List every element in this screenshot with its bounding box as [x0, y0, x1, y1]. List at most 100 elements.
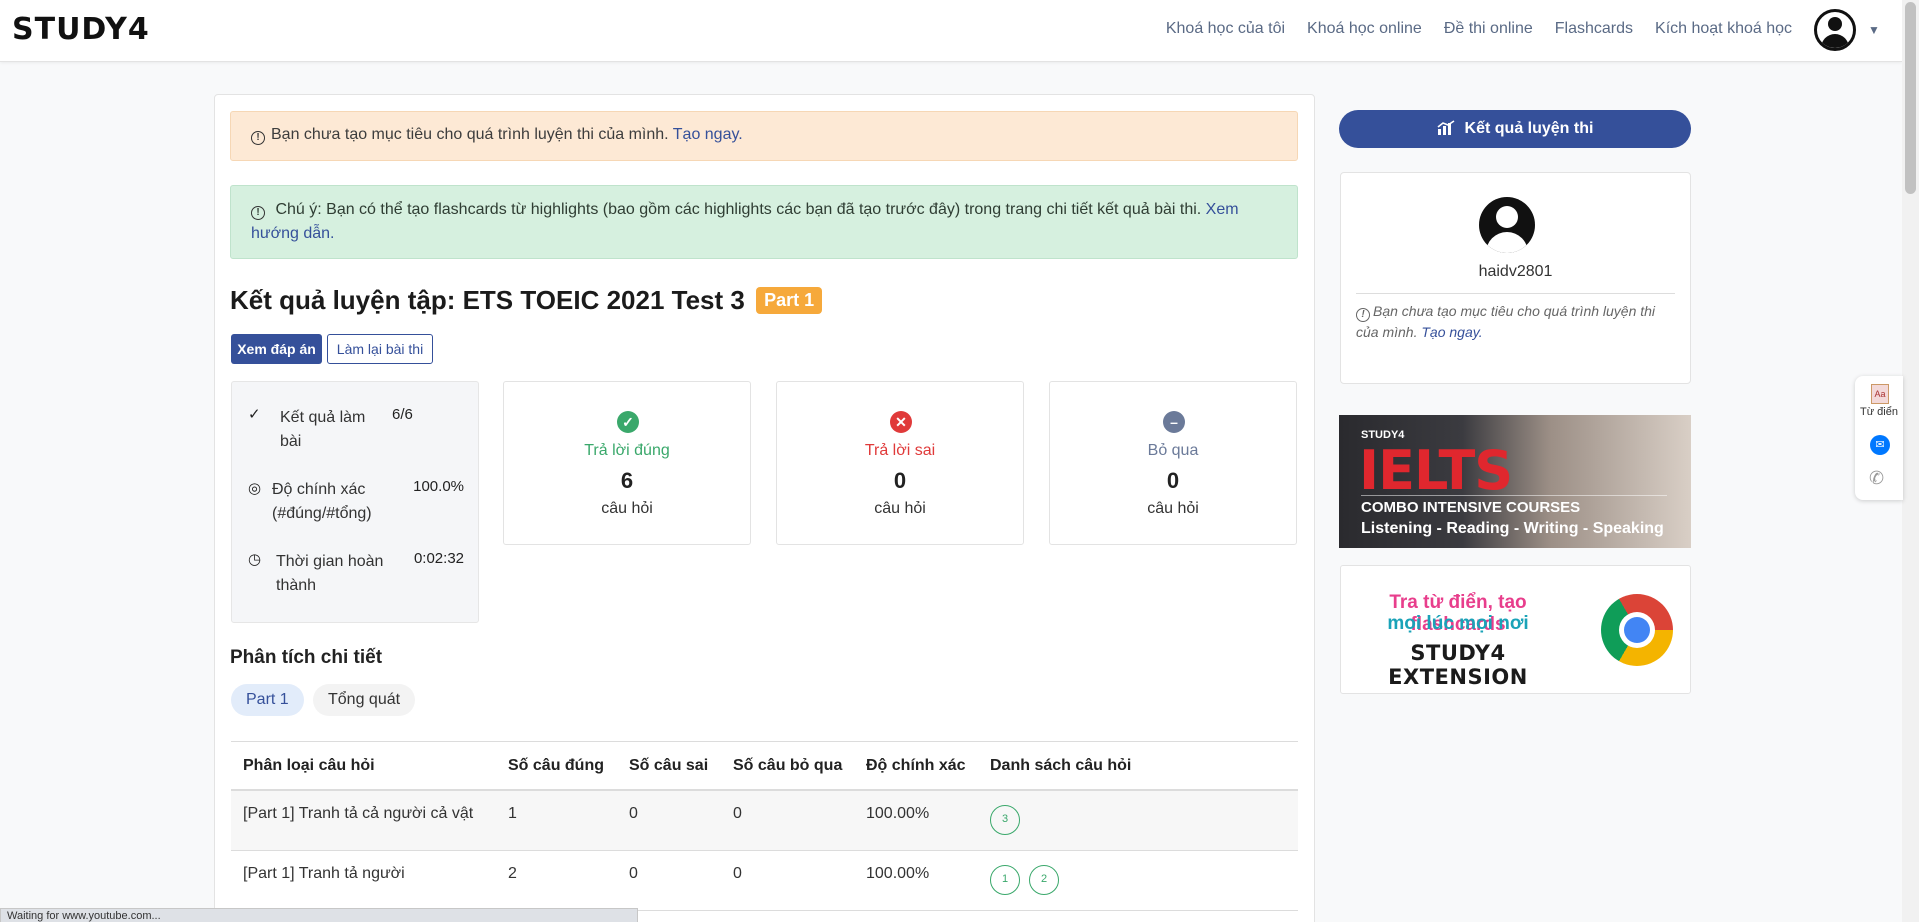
row-correct: 2 — [508, 865, 517, 882]
col-wrong: Số câu sai — [629, 757, 709, 774]
nav-online-tests[interactable]: Đề thi online — [1444, 20, 1533, 38]
banner-headline: IELTS — [1359, 439, 1513, 502]
col-accuracy: Độ chính xác — [866, 757, 966, 774]
check-icon: ✓ — [248, 406, 261, 423]
extension-banner[interactable]: Tra từ điển, tạo flashcards mọi lúc mọi … — [1340, 565, 1691, 694]
question-number-button[interactable]: 1 — [990, 865, 1020, 895]
user-avatar[interactable] — [1814, 9, 1856, 51]
row-accuracy: 100.00% — [866, 865, 930, 882]
table-row: [Part 1] Tranh tả cả người cả vật 1 0 0 … — [231, 791, 1298, 851]
info-icon: ! — [251, 206, 265, 220]
stat-label: Bỏ qua — [1147, 442, 1199, 459]
accuracy-label: Độ chính xác (#đúng/#tổng) — [272, 481, 372, 522]
row-wrong: 0 — [629, 865, 638, 882]
info-icon: ! — [251, 131, 265, 145]
username: haidv2801 — [1478, 263, 1553, 280]
row-accuracy: 100.00% — [866, 805, 930, 822]
stat-label: Trả lời sai — [864, 442, 936, 459]
clock-icon: ◷ — [248, 551, 262, 568]
stat-label: Trả lời đúng — [584, 442, 670, 459]
check-circle-icon: ✓ — [617, 411, 639, 433]
result-summary: ✓ Kết quả làm bài 6/6 ◎ Độ chính xác (#đ… — [231, 381, 479, 623]
part-badge: Part 1 — [756, 287, 823, 314]
divider — [1356, 293, 1675, 294]
row-skipped: 0 — [733, 805, 742, 822]
result-label: Kết quả làm bài — [280, 409, 366, 450]
scrollbar-thumb[interactable] — [1905, 2, 1916, 194]
extension-line-3: STUDY4 EXTENSION — [1388, 641, 1528, 689]
profile-create-goal-link[interactable]: Tạo ngay. — [1421, 324, 1482, 340]
tab-overview[interactable]: Tổng quát — [313, 684, 416, 716]
page-title-text: Kết quả luyện tập: ETS TOEIC 2021 Test 3 — [230, 285, 745, 315]
stat-unit: câu hỏi — [874, 500, 926, 517]
profile-card: haidv2801 ! Bạn chưa tạo mục tiêu cho quá… — [1340, 172, 1691, 384]
ielts-course-banner[interactable]: STUDY4 IELTS COMBO INTENSIVE COURSES Lis… — [1339, 415, 1691, 548]
table-row: [Part 1] Tranh tả người 2 0 0 100.00% 1 … — [231, 851, 1298, 911]
info-icon: ! — [1356, 308, 1370, 322]
result-value: 6/6 — [392, 406, 413, 423]
profile-goal-note: ! Bạn chưa tạo mục tiêu cho quá trình luy… — [1356, 301, 1675, 343]
stat-value: 6 — [620, 468, 634, 493]
stat-wrong: ✕ Trả lời sai 0 câu hỏi — [776, 381, 1024, 545]
row-correct: 1 — [508, 805, 517, 822]
nav-activate-course[interactable]: Kích hoạt khoá học — [1655, 20, 1792, 38]
site-logo[interactable]: STUDY4 — [12, 12, 150, 47]
nav-online-courses[interactable]: Khoá học online — [1307, 20, 1422, 38]
avatar — [1479, 197, 1535, 253]
row-category: [Part 1] Tranh tả người — [243, 865, 405, 882]
test-results-button[interactable]: Kết quả luyện thi — [1339, 110, 1691, 148]
banner-line-1: COMBO INTENSIVE COURSES — [1361, 499, 1581, 516]
extension-line-2: mọi lúc mọi nơi — [1387, 613, 1529, 634]
flashcard-note-text: Chú ý: Bạn có thể tạo flashcards từ high… — [275, 201, 1202, 218]
analysis-table: Phân loại câu hỏi Số câu đúng Số câu sai… — [231, 741, 1298, 911]
col-questions: Danh sách câu hỏi — [990, 757, 1132, 774]
banner-line-2: Listening - Reading - Writing - Speaking — [1361, 520, 1664, 537]
stat-value: 0 — [893, 468, 907, 493]
row-skipped: 0 — [733, 865, 742, 882]
question-number-button[interactable]: 3 — [990, 805, 1020, 835]
stat-unit: câu hỏi — [601, 500, 653, 517]
dictionary-icon[interactable]: Aa — [1871, 384, 1889, 404]
chart-icon — [1437, 120, 1454, 135]
analysis-heading: Phân tích chi tiết — [230, 647, 383, 668]
main-nav: Khoá học của tôi Khoá học online Đề thi … — [1166, 20, 1792, 38]
flashcard-note-alert: ! Chú ý: Bạn có thể tạo flashcards từ hi… — [230, 185, 1298, 259]
minus-circle-icon: – — [1163, 411, 1185, 433]
page-title: Kết quả luyện tập: ETS TOEIC 2021 Test 3… — [230, 285, 823, 316]
goal-alert: ! Bạn chưa tạo mục tiêu cho quá trình luy… — [230, 111, 1298, 161]
divider — [1361, 495, 1667, 496]
table-header: Phân loại câu hỏi Số câu đúng Số câu sai… — [231, 741, 1298, 791]
accuracy-value: 100.0% — [413, 478, 464, 495]
floating-widget: Aa Từ điển ✉ ✆ — [1855, 376, 1903, 500]
col-correct: Số câu đúng — [508, 757, 604, 774]
test-results-label: Kết quả luyện thi — [1464, 120, 1594, 137]
time-value: 0:02:32 — [413, 550, 464, 567]
row-wrong: 0 — [629, 805, 638, 822]
col-skipped: Số câu bỏ qua — [733, 757, 843, 774]
chrome-icon — [1601, 594, 1673, 666]
messenger-icon[interactable]: ✉ — [1870, 435, 1890, 455]
time-label: Thời gian hoàn thành — [276, 553, 384, 594]
target-icon: ◎ — [248, 480, 262, 497]
stat-value: 0 — [1166, 468, 1180, 493]
goal-alert-text: Bạn chưa tạo mục tiêu cho quá trình luyệ… — [271, 126, 669, 143]
view-answers-button[interactable]: Xem đáp án — [231, 334, 322, 364]
x-circle-icon: ✕ — [890, 411, 912, 433]
browser-status-bar: Waiting for www.youtube.com... — [0, 908, 638, 922]
nav-flashcards[interactable]: Flashcards — [1555, 20, 1633, 38]
stat-unit: câu hỏi — [1147, 500, 1199, 517]
chevron-down-icon[interactable]: ▼ — [1868, 23, 1880, 37]
dictionary-label[interactable]: Từ điển — [1855, 406, 1903, 418]
stat-skipped: – Bỏ qua 0 câu hỏi — [1049, 381, 1297, 545]
tab-part-1[interactable]: Part 1 — [231, 684, 304, 716]
question-number-button[interactable]: 2 — [1029, 865, 1059, 895]
stat-correct: ✓ Trả lời đúng 6 câu hỏi — [503, 381, 751, 545]
top-navbar: STUDY4 Khoá học của tôi Khoá học online … — [0, 0, 1902, 62]
row-category: [Part 1] Tranh tả cả người cả vật — [243, 805, 474, 822]
create-goal-link[interactable]: Tạo ngay. — [673, 126, 743, 143]
retry-test-button[interactable]: Làm lại bài thi — [327, 334, 433, 364]
profile-goal-text: Bạn chưa tạo mục tiêu cho quá trình luyệ… — [1356, 303, 1656, 340]
nav-my-courses[interactable]: Khoá học của tôi — [1166, 20, 1285, 38]
phone-icon[interactable]: ✆ — [1869, 468, 1884, 489]
col-category: Phân loại câu hỏi — [243, 757, 375, 774]
